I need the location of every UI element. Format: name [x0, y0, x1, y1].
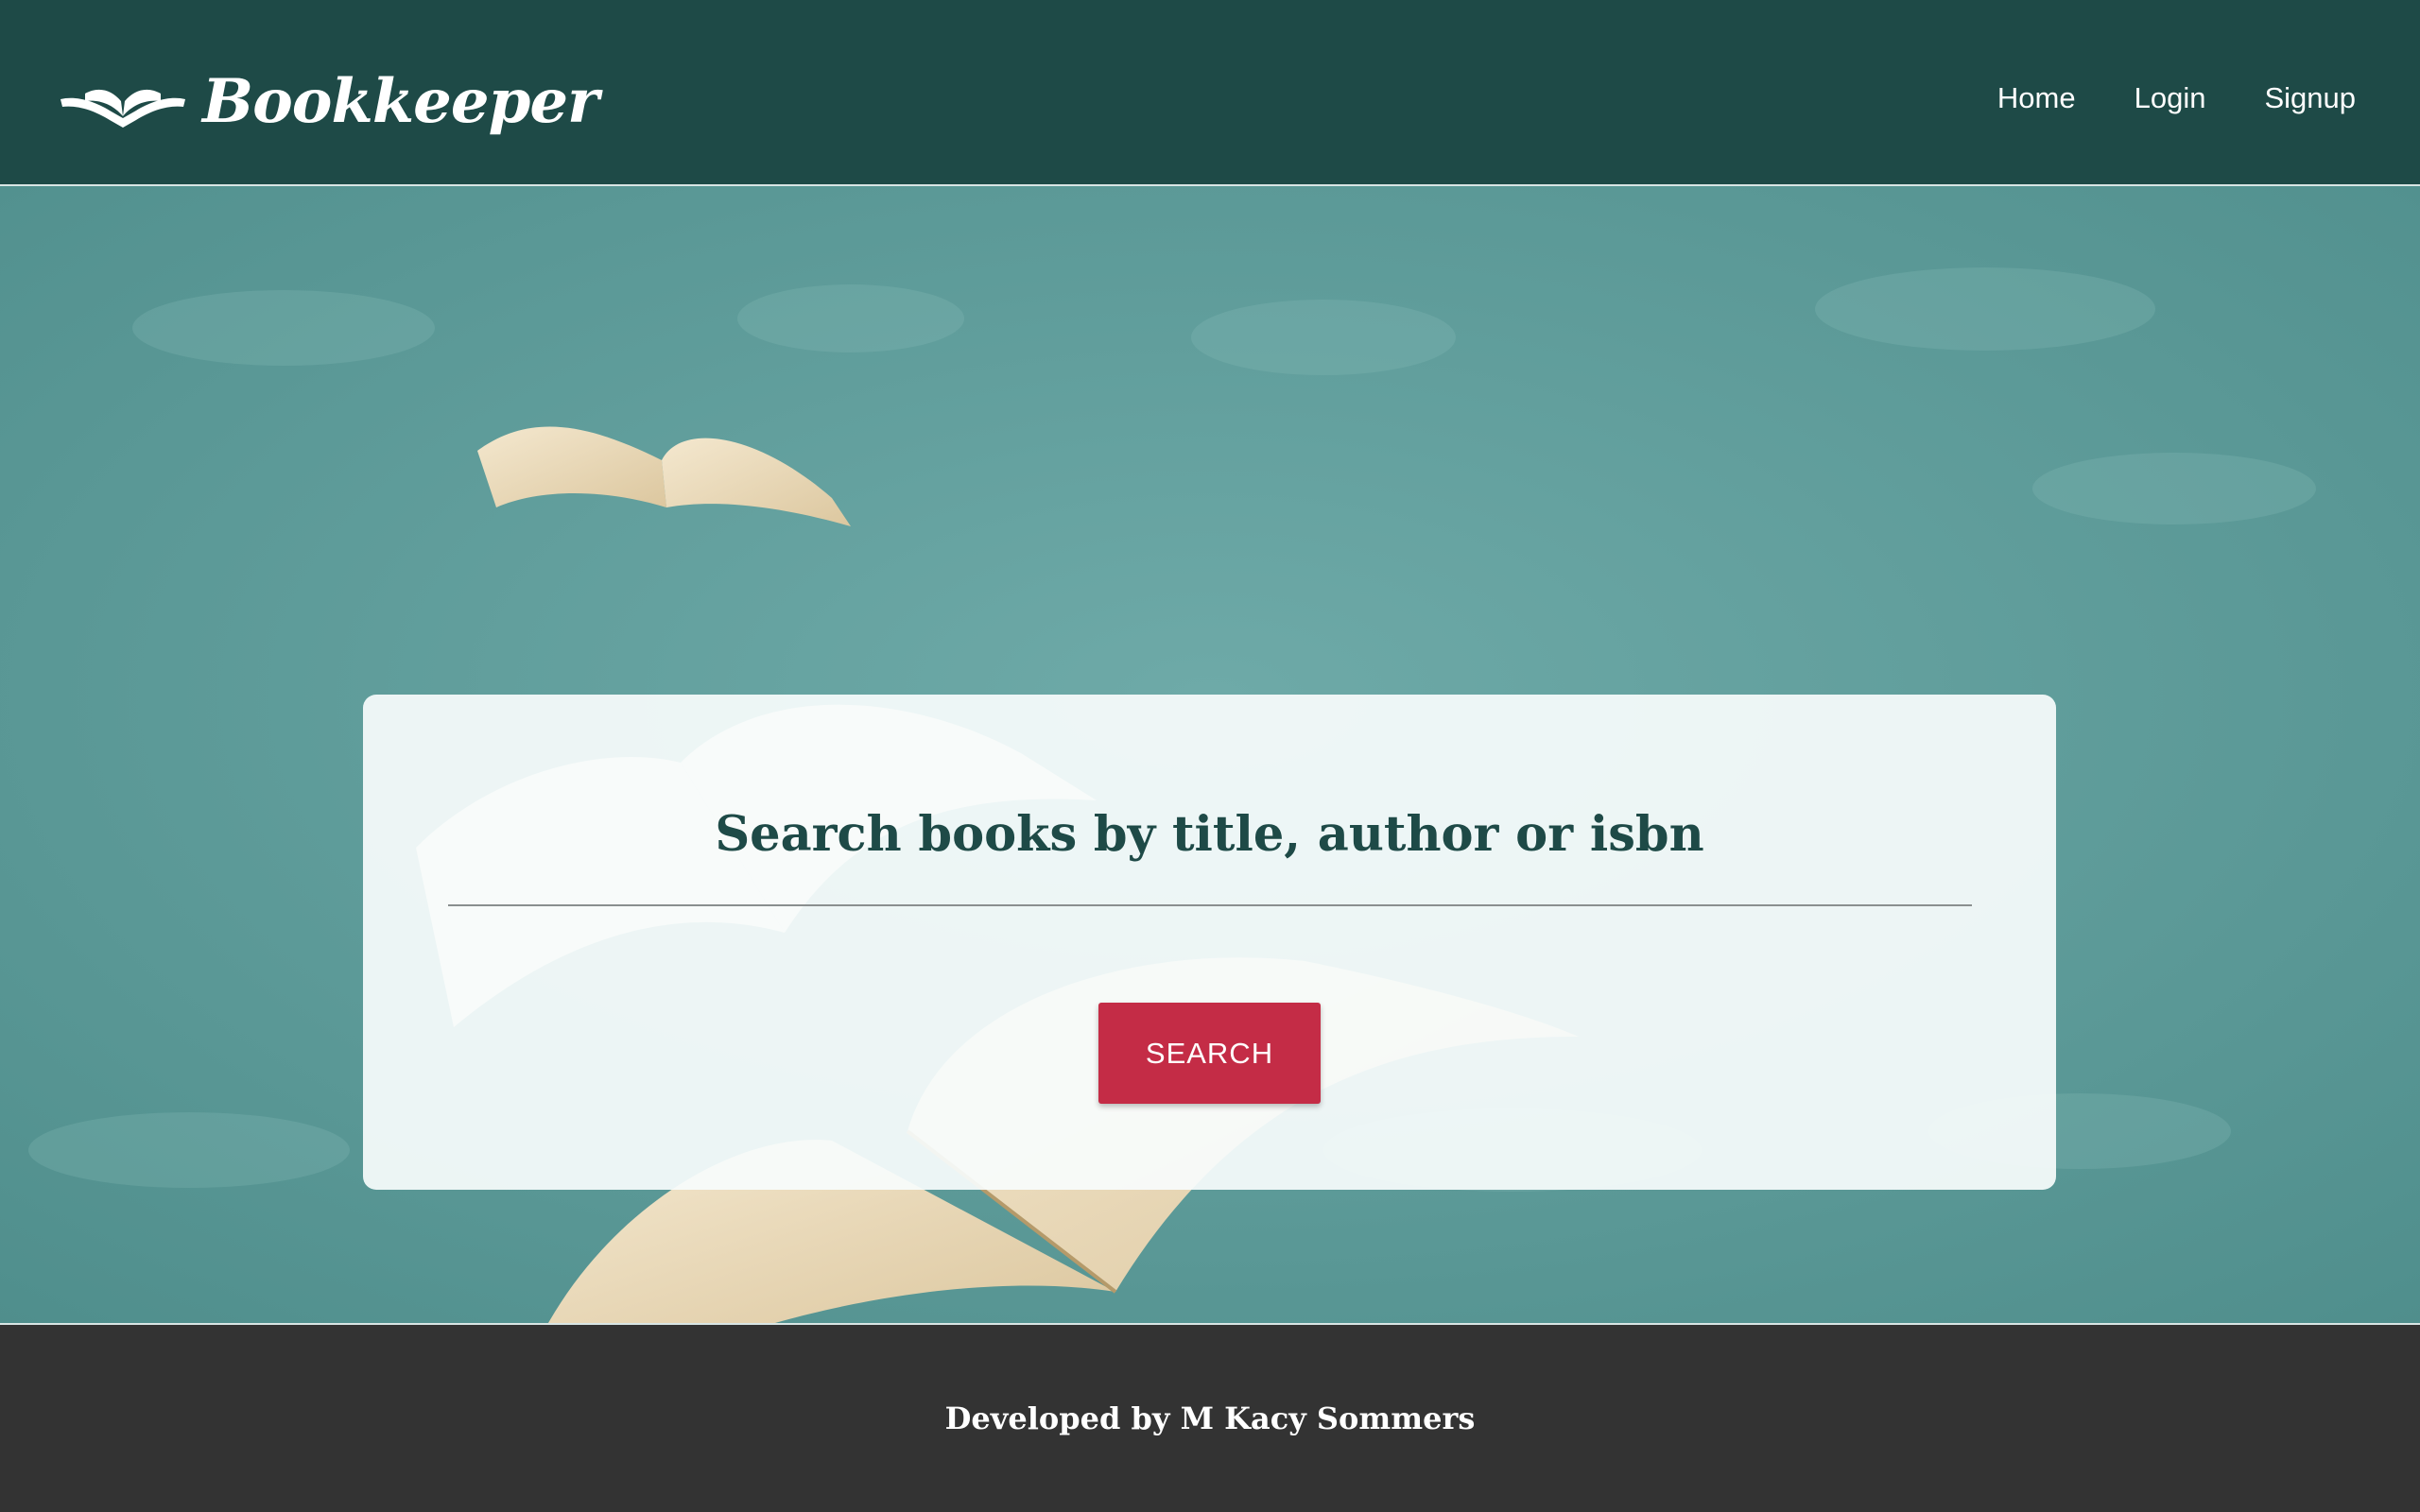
nav-signup-link[interactable]: Signup [2264, 80, 2356, 115]
main-nav: Home Login Signup [1939, 80, 2356, 115]
search-card: Search books by title, author or isbn Se… [363, 695, 2056, 1190]
brand-name: Bookkeeper [202, 66, 599, 137]
nav-login-link[interactable]: Login [2135, 80, 2206, 115]
nav-home-link[interactable]: Home [1997, 80, 2076, 115]
footer-credit: Developed by M Kacy Sommers [944, 1400, 1476, 1436]
search-input[interactable] [448, 850, 1972, 906]
footer: Developed by M Kacy Sommers [0, 1323, 2420, 1512]
page: Bookkeeper Home Login Signup Search book… [0, 0, 2420, 1512]
open-book-icon [60, 89, 185, 128]
search-button[interactable]: Search [1098, 1003, 1321, 1104]
hero-section: Search books by title, author or isbn Se… [0, 186, 2420, 1323]
brand-link[interactable]: Bookkeeper [57, 57, 599, 161]
navbar: Bookkeeper Home Login Signup [0, 0, 2420, 186]
